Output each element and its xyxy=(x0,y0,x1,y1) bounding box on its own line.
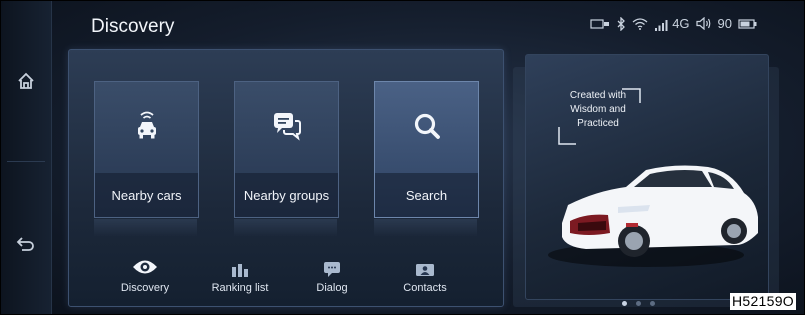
tile-label: Search xyxy=(375,173,478,217)
tile-reflection xyxy=(234,219,337,237)
screen-frame: Discovery 4G 90 Nearby cars Nearby group… xyxy=(0,0,805,315)
tile-reflection xyxy=(94,219,197,237)
back-button[interactable] xyxy=(1,224,51,264)
battery-icon xyxy=(738,18,757,29)
bar-chart-icon xyxy=(232,264,248,277)
tile-label: Nearby groups xyxy=(235,173,338,217)
sidebar xyxy=(1,1,52,314)
contact-card-icon xyxy=(416,264,434,276)
discovery-panel: Nearby cars Nearby groups Search Discove… xyxy=(68,49,504,307)
nearby-groups-tile[interactable]: Nearby groups xyxy=(234,81,339,218)
volume-icon xyxy=(695,17,710,30)
promo-line: Wisdom and xyxy=(570,104,626,115)
bluetooth-icon xyxy=(617,16,626,31)
tab-label: Contacts xyxy=(403,282,447,294)
dialog-icon xyxy=(324,262,340,277)
image-code: H52159O xyxy=(729,293,796,310)
back-icon xyxy=(16,237,34,251)
carousel-indicator xyxy=(622,301,655,306)
status-bar: 4G 90 xyxy=(590,16,758,31)
chat-icon xyxy=(273,113,301,141)
tab-discovery[interactable]: Discovery xyxy=(105,255,185,301)
eye-icon xyxy=(133,260,157,274)
search-icon xyxy=(414,113,440,139)
tab-label: Ranking list xyxy=(211,282,269,294)
car-icon xyxy=(137,111,156,139)
page-dot[interactable] xyxy=(636,301,641,306)
tab-label: Dialog xyxy=(316,282,348,294)
page-dot[interactable] xyxy=(622,301,627,306)
search-tile[interactable]: Search xyxy=(374,81,479,218)
page-dot[interactable] xyxy=(650,301,655,306)
page-title: Discovery xyxy=(91,16,175,37)
tab-dialog[interactable]: Dialog xyxy=(292,255,372,301)
home-icon xyxy=(18,72,34,89)
network-type: 4G xyxy=(672,16,690,31)
tile-label: Nearby cars xyxy=(95,173,198,217)
tab-label: Discovery xyxy=(120,282,170,294)
home-button[interactable] xyxy=(1,61,51,101)
signal-icon xyxy=(655,20,668,31)
wifi-icon xyxy=(632,18,648,30)
volume-level: 90 xyxy=(717,16,732,31)
promo-line: Created with xyxy=(569,90,627,101)
usb-icon xyxy=(590,18,610,29)
sidebar-divider xyxy=(7,161,45,162)
promo-line: Practiced xyxy=(577,118,619,129)
tab-ranking-list[interactable]: Ranking list xyxy=(200,255,280,301)
tile-reflection xyxy=(374,219,477,237)
tab-contacts[interactable]: Contacts xyxy=(385,255,465,301)
nearby-cars-tile[interactable]: Nearby cars xyxy=(94,81,199,218)
promo-text: Created with Wisdom and Practiced xyxy=(558,89,638,144)
